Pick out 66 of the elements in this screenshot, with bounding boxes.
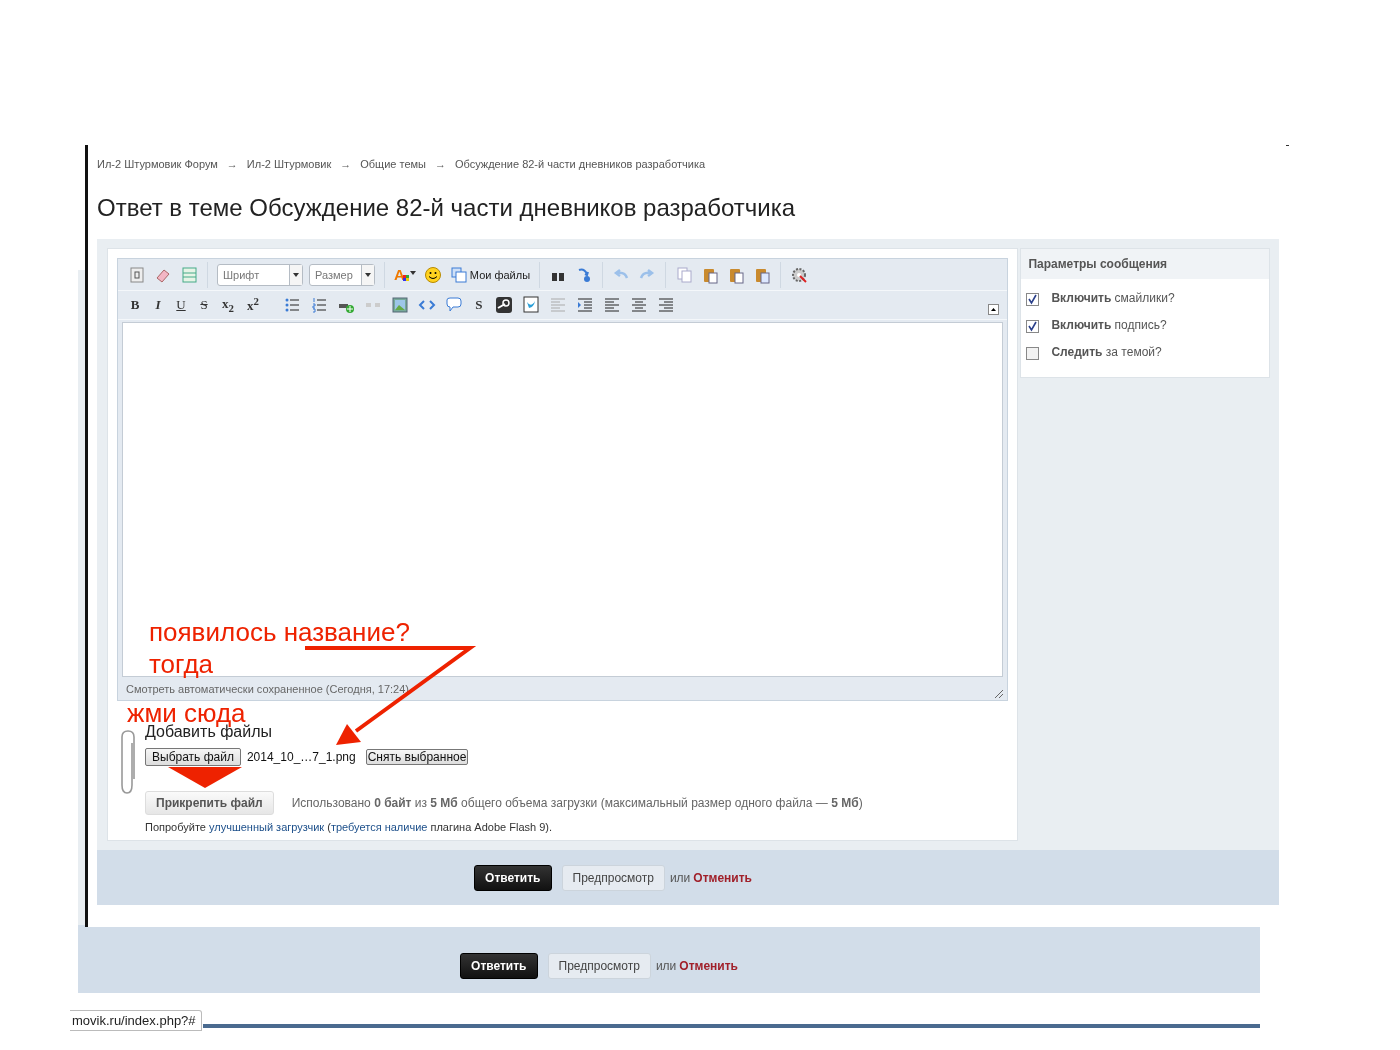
preview-button[interactable]: Предпросмотр [547, 953, 651, 979]
gear-icon[interactable] [790, 265, 809, 284]
smiley-icon[interactable] [423, 265, 442, 284]
color-squares-icon [402, 275, 409, 281]
speech-bubble-icon[interactable] [444, 296, 463, 314]
option-label: Включить смайлики? [1051, 290, 1175, 305]
caret-icon [365, 272, 371, 277]
caret-icon [409, 271, 416, 275]
format-button[interactable]: I [151, 297, 165, 313]
option-label: Включить подпись? [1051, 317, 1167, 332]
clear-selection-button[interactable]: Снять выбранное [365, 749, 469, 765]
annotation-text: появилось название? [149, 618, 410, 646]
status-url: movik.ru/index.php?# [70, 1010, 202, 1031]
breadcrumb-separator: → [340, 158, 352, 170]
align-center-icon[interactable] [629, 296, 648, 314]
format-button[interactable]: x$_{2}$ [220, 296, 236, 314]
options-heading: Параметры сообщения [1021, 249, 1269, 279]
checkbox[interactable] [1026, 320, 1040, 333]
annotation-text: тогда [149, 650, 214, 678]
breadcrumb-link[interactable]: Общие темы [360, 158, 426, 170]
image-icon[interactable] [390, 296, 409, 314]
cancel-link[interactable]: Отменить [679, 959, 738, 973]
option-label: Следить за темой? [1051, 344, 1162, 359]
align-right-icon[interactable] [656, 296, 675, 314]
choose-file-button[interactable]: Выбрать файл [145, 748, 241, 766]
font-select[interactable]: Шрифт [217, 263, 303, 286]
reply-button[interactable]: Ответить [474, 864, 552, 891]
file-name: 2014_10_…7_1.png [246, 750, 356, 764]
caret-icon [293, 272, 299, 277]
breadcrumb-link[interactable]: Обсуждение 82-й части дневников разработчика [455, 158, 706, 170]
preview-button[interactable]: Предпросмотр [561, 864, 665, 891]
format-button[interactable]: S [197, 297, 211, 313]
hint-text: ( [326, 821, 331, 833]
table-icon[interactable] [180, 265, 198, 284]
indent-icon[interactable] [575, 296, 594, 314]
format-button[interactable]: S [471, 297, 486, 313]
format-button[interactable]: B [128, 297, 142, 313]
breadcrumb-link[interactable]: Ил-2 Штурмовик [246, 158, 332, 170]
hint-text: Попробуйте [145, 821, 207, 833]
resize-grip-icon[interactable] [993, 688, 1004, 698]
paperclip-icon [120, 729, 136, 795]
hint-text: плагина Adobe Flash 9). [429, 821, 552, 833]
autosave-link[interactable]: Смотреть автоматически сохраненное (Сегодня, 17:24) [126, 682, 994, 695]
my-files-button[interactable]: Мои файлы [449, 265, 531, 284]
or-text: или [669, 870, 691, 885]
or-text: или [655, 959, 677, 973]
breadcrumb-separator: → [435, 158, 446, 170]
breadcrumb-separator: → [226, 158, 238, 170]
files-icon[interactable] [449, 265, 468, 284]
align-left-icon[interactable] [602, 296, 621, 314]
numbered-list-icon[interactable] [309, 296, 328, 314]
reply-button[interactable]: Ответить [460, 953, 538, 979]
copy-icon[interactable] [675, 265, 694, 284]
breadcrumb-link[interactable]: Ил-2 Штурмовик Форум [97, 158, 218, 170]
page-title: Ответ в теме Обсуждение 82-й части дневников разработчика [97, 194, 797, 222]
uploader-link[interactable]: улучшенный загрузчик [209, 821, 325, 833]
usage-text: Использовано 0 байт из 5 Мб общего объема загрузки (максимальный размер одного файла — 5 Мб) [291, 796, 863, 810]
checkbox[interactable] [1026, 347, 1040, 360]
checkbox[interactable] [1026, 293, 1040, 306]
cancel-link[interactable]: Отменить [693, 870, 752, 885]
collapse-icon[interactable] [988, 303, 1000, 315]
format-button[interactable]: x$^{2}$ [244, 295, 261, 315]
page-icon[interactable] [128, 265, 146, 284]
size-select[interactable]: Размер [309, 263, 375, 286]
attach-file-button[interactable]: Прикрепить файл [145, 791, 274, 815]
format-button[interactable]: U [174, 297, 188, 313]
